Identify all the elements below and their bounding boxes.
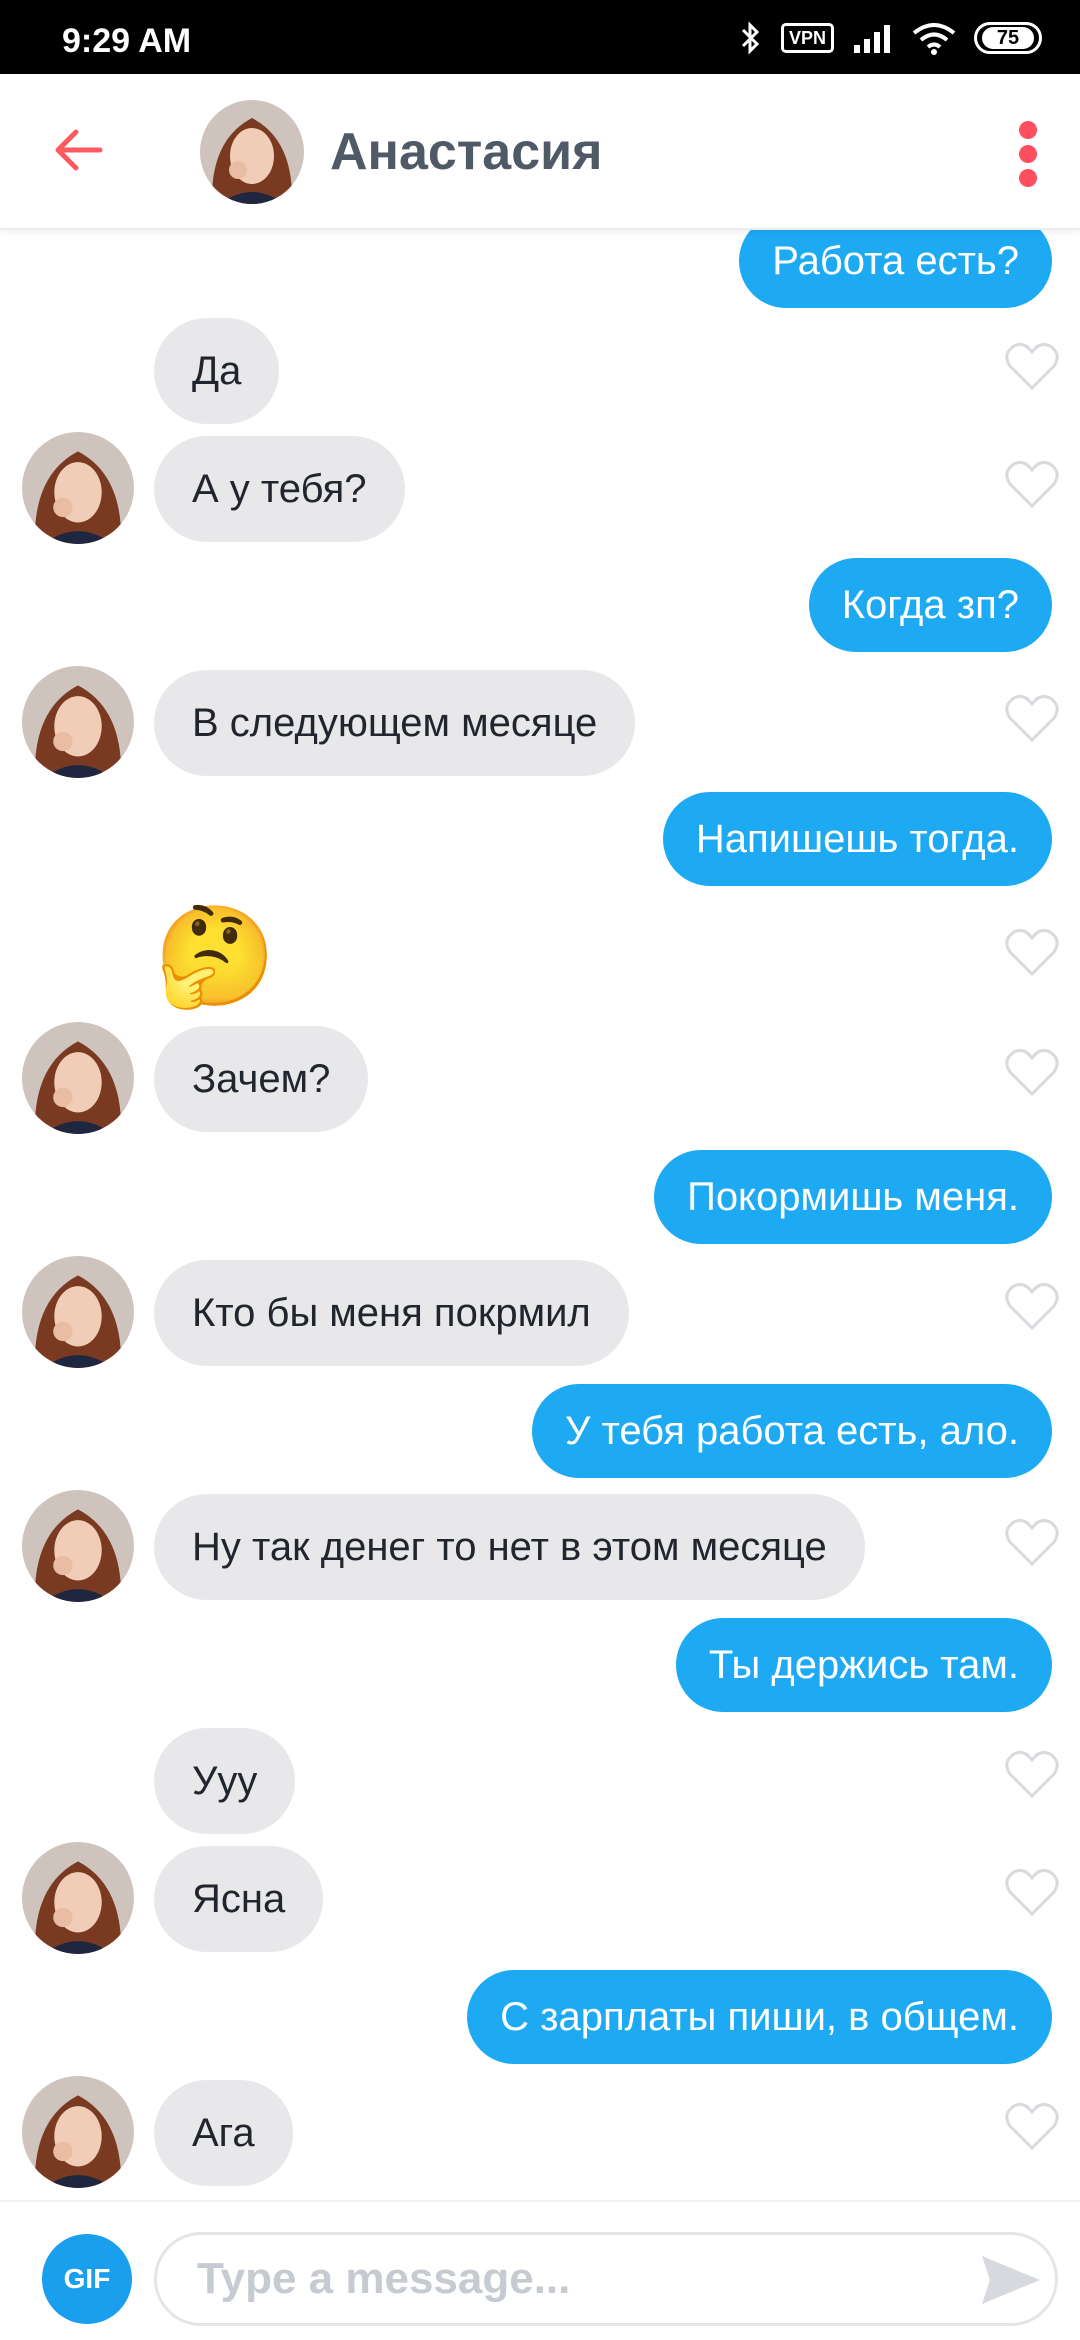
gif-button[interactable]: GIF — [42, 2234, 132, 2324]
message-input[interactable] — [154, 2232, 1058, 2326]
signal-icon — [854, 25, 890, 53]
heart-icon[interactable] — [1004, 1518, 1060, 1568]
send-icon[interactable] — [980, 2254, 1042, 2306]
outgoing-message[interactable]: С зарплаты пиши, в общем. — [467, 1970, 1052, 2064]
heart-icon[interactable] — [1004, 2102, 1060, 2152]
vpn-badge: VPN — [780, 23, 834, 53]
chat-header: Анастасия — [0, 74, 1080, 230]
outgoing-message[interactable]: Ты держись там. — [675, 1618, 1052, 1712]
battery-level: 75 — [982, 27, 1034, 49]
heart-icon[interactable] — [1004, 460, 1060, 510]
status-icons: VPN 75 — [739, 18, 1042, 58]
heart-icon[interactable] — [1004, 1868, 1060, 1918]
wifi-icon — [912, 23, 956, 55]
outgoing-message[interactable]: Когда зп? — [808, 558, 1052, 652]
outgoing-message[interactable]: У тебя работа есть, ало. — [531, 1384, 1052, 1478]
incoming-message[interactable]: Зачем? — [154, 1026, 369, 1132]
outgoing-message[interactable]: Работа есть? — [739, 230, 1052, 308]
avatar[interactable] — [22, 1842, 134, 1954]
heart-icon[interactable] — [1004, 342, 1060, 392]
incoming-message[interactable]: Да — [154, 318, 280, 424]
incoming-message[interactable]: В следующем месяце — [154, 670, 636, 776]
avatar[interactable] — [22, 1256, 134, 1368]
heart-icon[interactable] — [1004, 1048, 1060, 1098]
incoming-message[interactable]: А у тебя? — [154, 436, 405, 542]
heart-icon[interactable] — [1004, 1282, 1060, 1332]
avatar[interactable] — [22, 1490, 134, 1602]
thinking-emoji[interactable]: 🤔 — [154, 900, 276, 1012]
status-time: 9:29 AM — [62, 22, 192, 60]
incoming-message[interactable]: Ну так денег то нет в этом месяце — [154, 1494, 865, 1600]
contact-name[interactable]: Анастасия — [330, 122, 602, 182]
avatar[interactable] — [200, 100, 304, 204]
avatar[interactable] — [22, 666, 134, 778]
incoming-message[interactable]: Ууу — [154, 1728, 296, 1834]
heart-icon[interactable] — [1004, 928, 1060, 978]
heart-icon[interactable] — [1004, 1750, 1060, 1800]
incoming-message[interactable]: Ага — [154, 2080, 293, 2186]
outgoing-message[interactable]: Напишешь тогда. — [662, 792, 1052, 886]
avatar[interactable] — [22, 432, 134, 544]
avatar[interactable] — [22, 2076, 134, 2188]
back-arrow-icon[interactable] — [50, 122, 106, 178]
bluetooth-icon — [741, 21, 760, 55]
status-bar: 9:29 AM VPN 75 — [0, 0, 1080, 74]
message-list: Работа есть? Да А у тебя? Когда зп? В сл… — [0, 230, 1080, 2200]
message-composer: GIF — [0, 2200, 1080, 2340]
battery-icon: 75 — [974, 22, 1042, 54]
heart-icon[interactable] — [1004, 694, 1060, 744]
more-options-icon[interactable] — [1014, 118, 1042, 188]
avatar[interactable] — [22, 1022, 134, 1134]
outgoing-message[interactable]: Покормишь меня. — [654, 1150, 1052, 1244]
incoming-message[interactable]: Кто бы меня покрмил — [154, 1260, 629, 1366]
incoming-message[interactable]: Ясна — [154, 1846, 324, 1952]
